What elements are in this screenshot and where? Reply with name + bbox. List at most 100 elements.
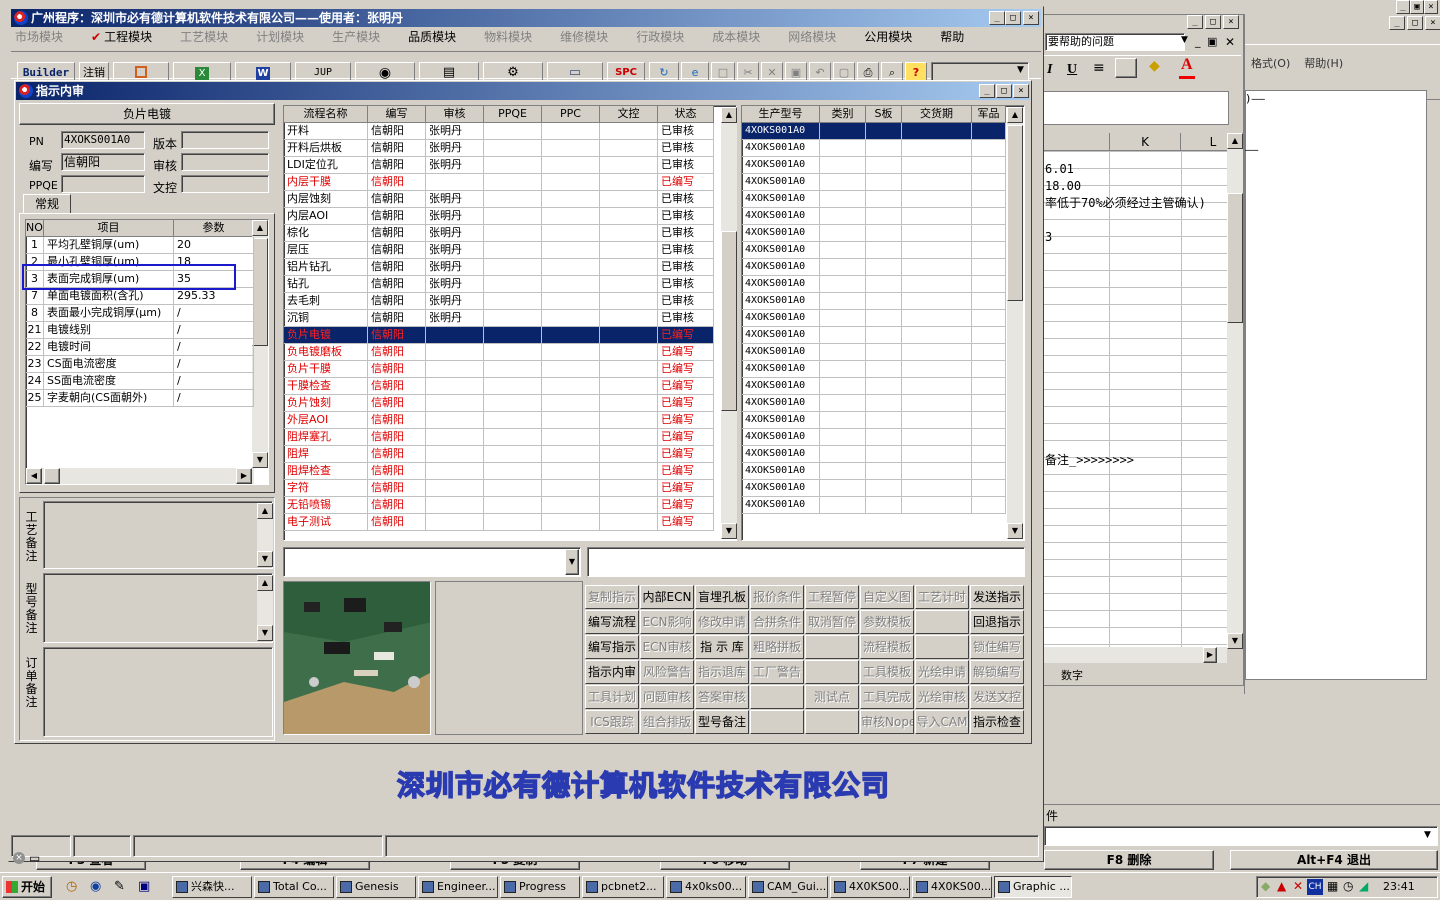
tray-app-icon[interactable]: ▦	[1327, 879, 1338, 893]
flow-row[interactable]: 铝片钻孔 信朝阳 张明丹 已审核	[284, 259, 714, 276]
model-row[interactable]: 4XOKS001A0	[742, 140, 1006, 157]
model-row[interactable]: 4XOKS001A0	[742, 412, 1006, 429]
tray-volume-icon[interactable]: ◢	[1359, 879, 1368, 893]
params-table[interactable]: NO 项目 参数 ▲ ▼ ◀ ▶ 1 平均孔壁铜厚(um) 20 2 最小孔壁铜厚(um) 18 3 表面完…	[25, 219, 269, 485]
menu-item-10[interactable]: 网络模块	[788, 30, 850, 44]
model-row[interactable]: 4XOKS001A0	[742, 361, 1006, 378]
taskbar-item-0[interactable]: 兴森快...	[172, 876, 252, 898]
taskbar-item-6[interactable]: 4x0ks00...	[666, 876, 746, 898]
action-button-5-7[interactable]: 指示检查	[970, 710, 1024, 734]
tray-language-indicator[interactable]: CH	[1307, 879, 1323, 895]
flow-row[interactable]: LDI定位孔 信朝阳 张明丹 已审核	[284, 157, 714, 174]
model-row[interactable]: 4XOKS001A0	[742, 259, 1006, 276]
action-button-2-1[interactable]: ECN审核	[640, 635, 694, 659]
flow-row[interactable]: 沉铜 信朝阳 张明丹 已审核	[284, 310, 714, 327]
menu-item-11[interactable]: 公用模块	[864, 30, 926, 44]
action-button-1-5[interactable]: 参数模板	[860, 610, 914, 634]
column-header-l[interactable]: L	[1203, 133, 1223, 151]
action-button-0-2[interactable]: 盲埋孔板	[695, 585, 749, 609]
version-field[interactable]	[181, 131, 269, 149]
flow-row[interactable]: 干膜检查 信朝阳 已编写	[284, 378, 714, 395]
flow-row[interactable]: 字符 信朝阳 已编写	[284, 480, 714, 497]
action-button-5-2[interactable]: 型号备注	[695, 710, 749, 734]
menu-item-0[interactable]: 市场模块	[15, 30, 77, 44]
action-button-1-7[interactable]: 回退指示	[970, 610, 1024, 634]
model-row[interactable]: 4XOKS001A0	[742, 225, 1006, 242]
action-button-1-2[interactable]: 修改申请	[695, 610, 749, 634]
flow-row[interactable]: 开料后烘板 信朝阳 张明丹 已审核	[284, 140, 714, 157]
action-button-5-3[interactable]	[750, 710, 804, 734]
quicklaunch-clock-icon[interactable]: ◷	[66, 879, 77, 894]
action-button-4-5[interactable]: 工具完成	[860, 685, 914, 709]
model-header-3[interactable]: 交货期	[902, 106, 972, 123]
align-icon[interactable]: ≡	[1093, 60, 1105, 76]
menu-item-9[interactable]: 成本模块	[712, 30, 774, 44]
flow-header-0[interactable]: 流程名称	[284, 106, 368, 123]
horizontal-scrollbar[interactable]: ◀ ▶	[26, 468, 254, 484]
underline-icon[interactable]: U	[1067, 62, 1077, 78]
minimize-icon[interactable]: _	[1389, 16, 1405, 30]
dropdown-icon[interactable]: ▼	[1181, 35, 1188, 45]
model-row[interactable]: 4XOKS001A0	[742, 463, 1006, 480]
action-button-2-7[interactable]: 锁住编写	[970, 635, 1024, 659]
order-note-field[interactable]	[43, 647, 273, 737]
flow-row[interactable]: 内层蚀刻 信朝阳 张明丹 已审核	[284, 191, 714, 208]
vertical-scrollbar[interactable]: ▲ ▼	[257, 503, 273, 567]
monitor-icon[interactable]: ▭	[29, 851, 40, 865]
main-title-bar[interactable]: 广州程序：深圳市必有德计算机软件技术有限公司——使用者：张明丹	[11, 9, 1041, 27]
model-combo[interactable]	[587, 547, 1025, 577]
start-button[interactable]: 开始	[2, 876, 52, 898]
model-row[interactable]: 4XOKS001A0	[742, 395, 1006, 412]
vertical-scrollbar[interactable]: ▲ ▼	[1007, 107, 1023, 539]
action-button-0-0[interactable]: 复制指示	[585, 585, 639, 609]
flow-header-2[interactable]: 审核	[426, 106, 484, 123]
action-button-3-4[interactable]	[805, 660, 859, 684]
taskbar-item-2[interactable]: Genesis	[336, 876, 416, 898]
flow-row[interactable]: 内层AOI 信朝阳 张明丹 已审核	[284, 208, 714, 225]
flow-row[interactable]: 负片电镀 信朝阳 已编写	[284, 327, 714, 344]
maximize-icon[interactable]: □	[996, 84, 1012, 98]
menu-item-2[interactable]: 工艺模块	[180, 30, 242, 44]
action-button-3-2[interactable]: 指示退库	[695, 660, 749, 684]
taskbar-item-1[interactable]: Total Co...	[254, 876, 334, 898]
model-row[interactable]: 4XOKS001A0	[742, 310, 1006, 327]
flow-row[interactable]: 无铅喷锡 信朝阳 已编写	[284, 497, 714, 514]
flow-row[interactable]: 阻焊塞孔 信朝阳 已编写	[284, 429, 714, 446]
params-row[interactable]: 23 CS面电流密度 /	[26, 356, 254, 373]
action-button-2-3[interactable]: 粗略拼板	[750, 635, 804, 659]
menu-item-3[interactable]: 计划模块	[256, 30, 318, 44]
action-button-3-7[interactable]: 解锁编写	[970, 660, 1024, 684]
menu-help[interactable]: 帮助(H)	[1304, 57, 1343, 70]
params-row[interactable]: 24 SS面电流密度 /	[26, 373, 254, 390]
flow-header-5[interactable]: 文控	[600, 106, 658, 123]
flow-row[interactable]: 阻焊检查 信朝阳 已编写	[284, 463, 714, 480]
model-row[interactable]: 4XOKS001A0	[742, 208, 1006, 225]
flow-header-6[interactable]: 状态	[658, 106, 714, 123]
model-header-4[interactable]: 军品	[972, 106, 1006, 123]
model-header-0[interactable]: 生产型号	[742, 106, 820, 123]
minimize-icon[interactable]: _	[1187, 15, 1203, 29]
flow-row[interactable]: 负电镀磨板 信朝阳 已编写	[284, 344, 714, 361]
action-button-2-6[interactable]	[915, 635, 969, 659]
flow-row[interactable]: 棕化 信朝阳 张明丹 已审核	[284, 225, 714, 242]
flow-table[interactable]: 流程名称 编写 审核 PPQE PPC 文控 状态 开料 信朝阳 张明丹 已审核 开料后烘板 信朝阳 张明…	[283, 105, 737, 541]
action-button-0-3[interactable]: 报价条件	[750, 585, 804, 609]
params-row[interactable]: 25 字麦朝向(CS面朝外) /	[26, 390, 254, 407]
action-button-2-0[interactable]: 编写指示	[585, 635, 639, 659]
model-table[interactable]: 生产型号 类别 S板 交货期 军品 4XOKS001A0 4XOKS001A0 4XOKS00…	[741, 105, 1025, 541]
command-line-input[interactable]	[1044, 826, 1438, 846]
taskbar-item-7[interactable]: CAM_Gui...	[748, 876, 828, 898]
model-row[interactable]: 4XOKS001A0	[742, 497, 1006, 514]
action-button-4-0[interactable]: 工具计划	[585, 685, 639, 709]
action-button-3-6[interactable]: 光绘申请	[915, 660, 969, 684]
tray-triangle-icon[interactable]: ▲	[1277, 879, 1286, 893]
model-row[interactable]: 4XOKS001A0	[742, 157, 1006, 174]
restore-icon[interactable]: □	[1407, 16, 1423, 30]
flow-row[interactable]: 层压 信朝阳 张明丹 已审核	[284, 242, 714, 259]
altf4-exit-button[interactable]: Alt+F4 退出	[1230, 850, 1438, 870]
action-button-0-5[interactable]: 自定义图	[860, 585, 914, 609]
dialog-title-bar[interactable]: 指示内审	[16, 82, 1030, 100]
close-icon[interactable]: ✕	[1225, 35, 1235, 49]
menu-item-4[interactable]: 生产模块	[332, 30, 394, 44]
maximize-icon[interactable]: □	[1005, 11, 1021, 25]
